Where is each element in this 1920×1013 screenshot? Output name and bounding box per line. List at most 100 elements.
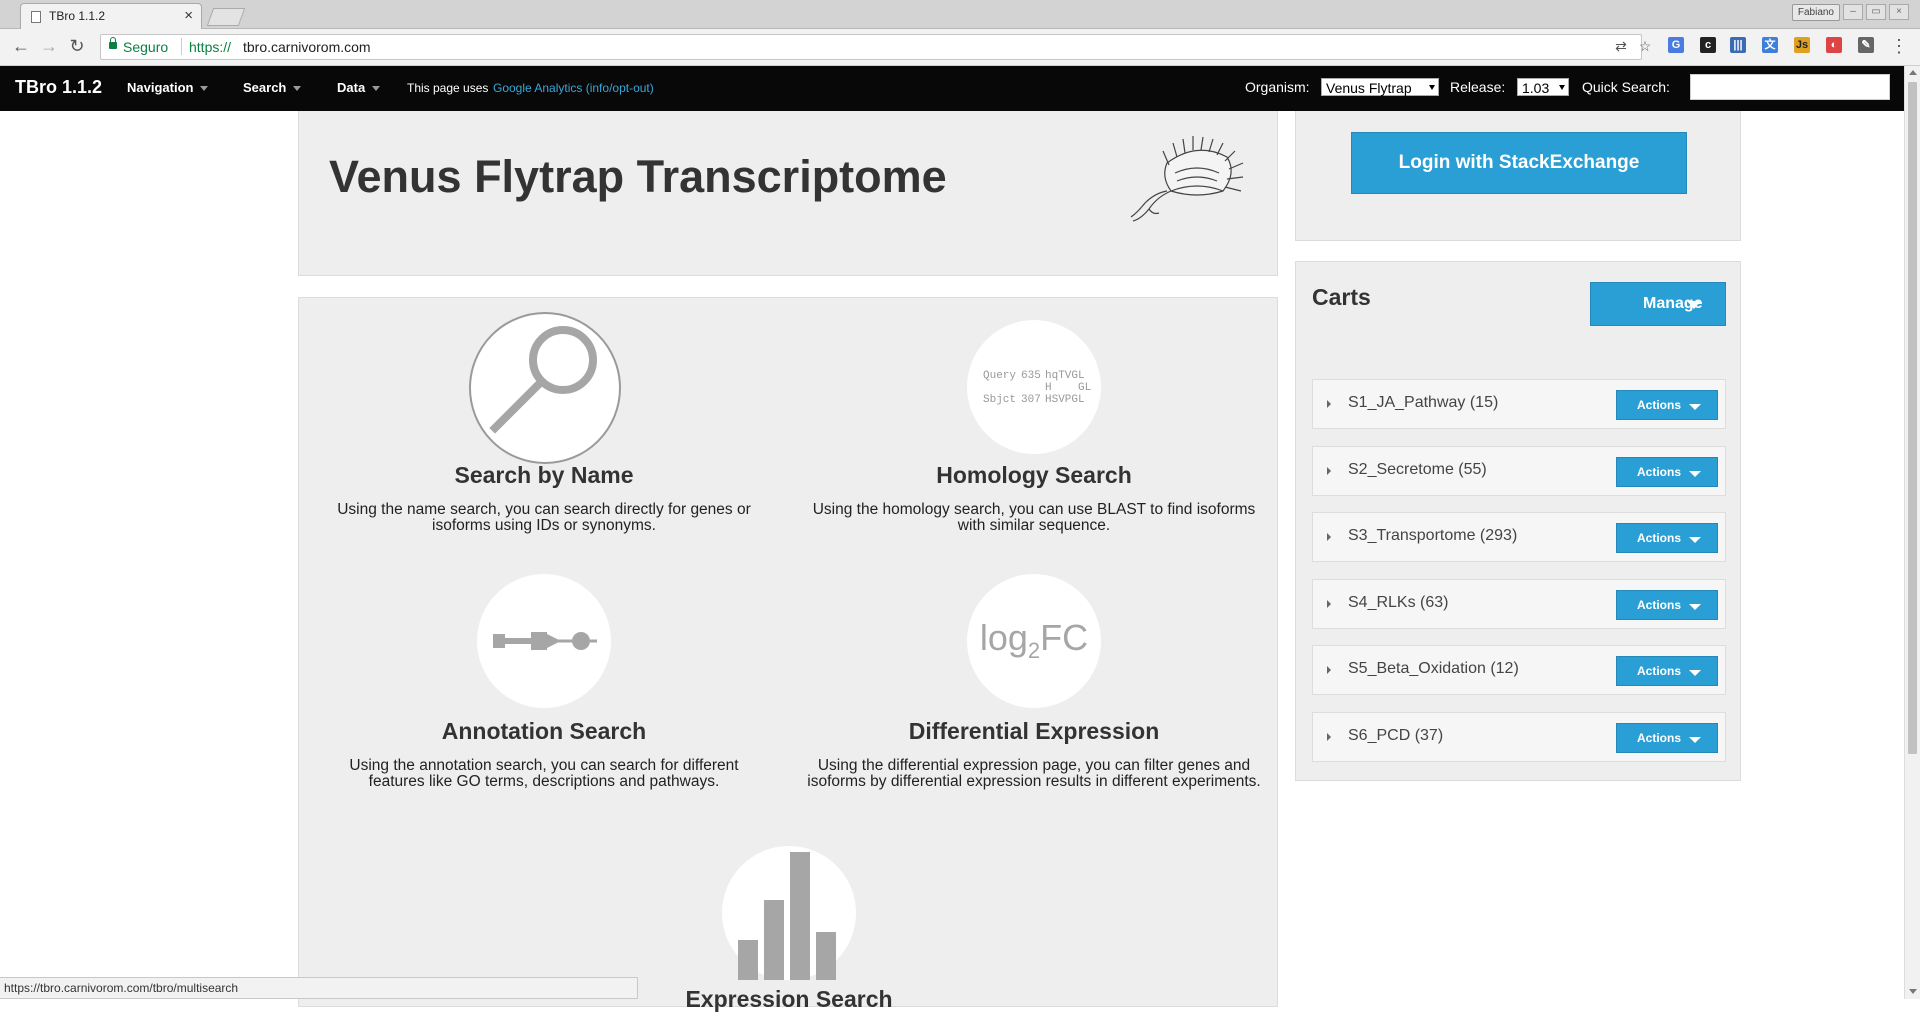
blast-sbjct-pos: 307	[1021, 394, 1041, 406]
cart-actions-button[interactable]: Actions	[1616, 590, 1718, 620]
release-value: 1.03	[1522, 80, 1550, 96]
venus-flytrap-logo	[1130, 136, 1244, 222]
bar-chart-graphic	[738, 852, 836, 980]
blast-query-seq: hqTVGL	[1045, 370, 1085, 382]
cart-item[interactable]: S1_JA_Pathway (15) Actions	[1312, 379, 1726, 429]
language-extension-icon[interactable]: 文	[1762, 37, 1778, 53]
expand-triangle-icon[interactable]	[1327, 600, 1331, 608]
feature-annotation-search[interactable]: Annotation Search Using the annotation s…	[299, 554, 789, 804]
scrollbar-thumb[interactable]	[1908, 82, 1917, 754]
nav-data-dropdown[interactable]: Data	[337, 80, 381, 95]
feature-title: Differential Expression	[908, 718, 1160, 744]
tab-title: TBro 1.1.2	[49, 9, 106, 23]
hero-panel: Venus Flytrap Transcriptome	[298, 111, 1278, 276]
translate-icon[interactable]: ⇄	[1613, 38, 1629, 54]
expand-triangle-icon[interactable]	[1327, 666, 1331, 674]
feature-search-by-name[interactable]: Search by Name Using the name search, yo…	[299, 298, 789, 548]
expand-triangle-icon[interactable]	[1327, 467, 1331, 475]
cart-item[interactable]: S2_Secretome (55) Actions	[1312, 446, 1726, 496]
feature-differential-expression[interactable]: log2FC Differential Expression Using the…	[789, 554, 1279, 804]
organism-select[interactable]: Venus Flytrap	[1321, 78, 1439, 96]
close-window-icon[interactable]: ×	[1889, 4, 1909, 20]
cart-actions-button[interactable]: Actions	[1616, 723, 1718, 753]
pathway-graphic	[493, 632, 597, 650]
feature-homology-search[interactable]: Query 635 hqTVGL H GL Sbjct 307 HSVPGL H…	[789, 298, 1279, 548]
nav-navigation-label: Navigation	[127, 80, 194, 95]
actions-label: Actions	[1637, 465, 1682, 479]
nav-navigation-dropdown[interactable]: Navigation	[127, 80, 209, 95]
chevron-down-icon	[1689, 537, 1701, 543]
quick-search-label: Quick Search:	[1582, 79, 1670, 95]
translate-extension-icon[interactable]: G	[1668, 37, 1684, 53]
brand-logo[interactable]: TBro 1.1.2	[15, 77, 102, 98]
actions-label: Actions	[1637, 398, 1682, 412]
js-extension-icon[interactable]: Js	[1794, 37, 1810, 53]
cart-actions-button[interactable]: Actions	[1616, 656, 1718, 686]
cart-actions-button[interactable]: Actions	[1616, 523, 1718, 553]
nav-data-label: Data	[337, 80, 366, 95]
cart-item[interactable]: S4_RLKs (63) Actions	[1312, 579, 1726, 629]
release-select[interactable]: 1.03	[1517, 78, 1569, 96]
feature-description: Using the name search, you can search di…	[337, 501, 751, 534]
cart-name[interactable]: S1_JA_Pathway (15)	[1348, 394, 1498, 412]
browser-tab-strip: TBro 1.1.2 × Fabiano – ▭ ×	[0, 0, 1920, 29]
carts-panel: Carts Manage S1_JA_Pathway (15) Actions …	[1295, 261, 1741, 781]
feature-title: Search by Name	[454, 462, 634, 488]
expand-triangle-icon[interactable]	[1327, 733, 1331, 741]
cart-item[interactable]: S6_PCD (37) Actions	[1312, 712, 1726, 762]
page-icon	[31, 11, 41, 23]
feature-description: Using the annotation search, you can sea…	[349, 757, 739, 790]
tools-extension-icon[interactable]: ✎	[1858, 37, 1874, 53]
feature-description: Using the differential expression page, …	[807, 757, 1261, 790]
forward-icon[interactable]: →	[38, 35, 60, 57]
extension-icon[interactable]: c	[1700, 37, 1716, 53]
reload-icon[interactable]: ↻	[66, 35, 88, 57]
cart-item[interactable]: S5_Beta_Oxidation (12) Actions	[1312, 645, 1726, 695]
cart-actions-button[interactable]: Actions	[1616, 390, 1718, 420]
feature-description: Using the homology search, you can use B…	[812, 501, 1256, 534]
equalizer-extension-icon[interactable]: |||	[1730, 37, 1746, 53]
scroll-down-icon[interactable]	[1909, 989, 1917, 994]
expand-triangle-icon[interactable]	[1327, 400, 1331, 408]
chevron-down-icon	[1689, 737, 1701, 743]
manage-button[interactable]: Manage	[1590, 282, 1726, 326]
dropdown-arrow-icon	[1559, 85, 1565, 90]
cart-actions-button[interactable]: Actions	[1616, 457, 1718, 487]
expand-triangle-icon[interactable]	[1327, 533, 1331, 541]
login-stackexchange-button[interactable]: Login with StackExchange	[1351, 132, 1687, 194]
cart-name[interactable]: S4_RLKs (63)	[1348, 594, 1449, 612]
log2fc-icon: log2FC	[967, 574, 1101, 708]
browser-tab[interactable]: TBro 1.1.2 ×	[20, 3, 202, 29]
maximize-icon[interactable]: ▭	[1866, 4, 1886, 20]
nav-search-label: Search	[243, 80, 287, 95]
browser-toolbar: ← → ↻ Seguro https:// tbro.carnivorom.co…	[0, 29, 1920, 66]
chevron-down-icon	[293, 86, 302, 92]
chevron-down-icon	[1689, 404, 1701, 410]
blast-query-pos: 635	[1021, 370, 1041, 382]
organism-label: Organism:	[1245, 79, 1310, 95]
cart-item[interactable]: S3_Transportome (293) Actions	[1312, 512, 1726, 562]
cart-name[interactable]: S5_Beta_Oxidation (12)	[1348, 660, 1519, 678]
bookmark-star-icon[interactable]: ☆	[1637, 38, 1653, 54]
cart-name[interactable]: S6_PCD (37)	[1348, 727, 1443, 745]
minimize-icon[interactable]: –	[1843, 4, 1863, 20]
profile-button[interactable]: Fabiano	[1791, 4, 1840, 21]
url-separator	[181, 38, 182, 55]
address-bar[interactable]: Seguro https:// tbro.carnivorom.com ⇄ ☆	[100, 34, 1651, 60]
chevron-down-icon	[1689, 604, 1701, 610]
scroll-up-icon[interactable]	[1909, 70, 1917, 75]
cart-name[interactable]: S2_Secretome (55)	[1348, 461, 1487, 479]
close-icon[interactable]: ×	[184, 7, 193, 24]
color-extension-icon[interactable]: ◐	[1826, 37, 1842, 53]
back-icon[interactable]: ←	[10, 35, 32, 57]
new-tab-button[interactable]	[206, 8, 246, 26]
quick-search-input[interactable]	[1690, 74, 1890, 100]
nav-search-dropdown[interactable]: Search	[243, 80, 302, 95]
page-scrollbar[interactable]	[1904, 66, 1920, 999]
blast-alignment-graphic: Query 635 hqTVGL H GL Sbjct 307 HSVPGL	[983, 370, 1091, 406]
menu-icon[interactable]: ⋮	[1888, 35, 1910, 57]
actions-label: Actions	[1637, 598, 1682, 612]
cart-name[interactable]: S3_Transportome (293)	[1348, 527, 1517, 545]
analytics-link[interactable]: Google Analytics (info/opt-out)	[493, 81, 654, 95]
pathway-icon	[477, 574, 611, 708]
